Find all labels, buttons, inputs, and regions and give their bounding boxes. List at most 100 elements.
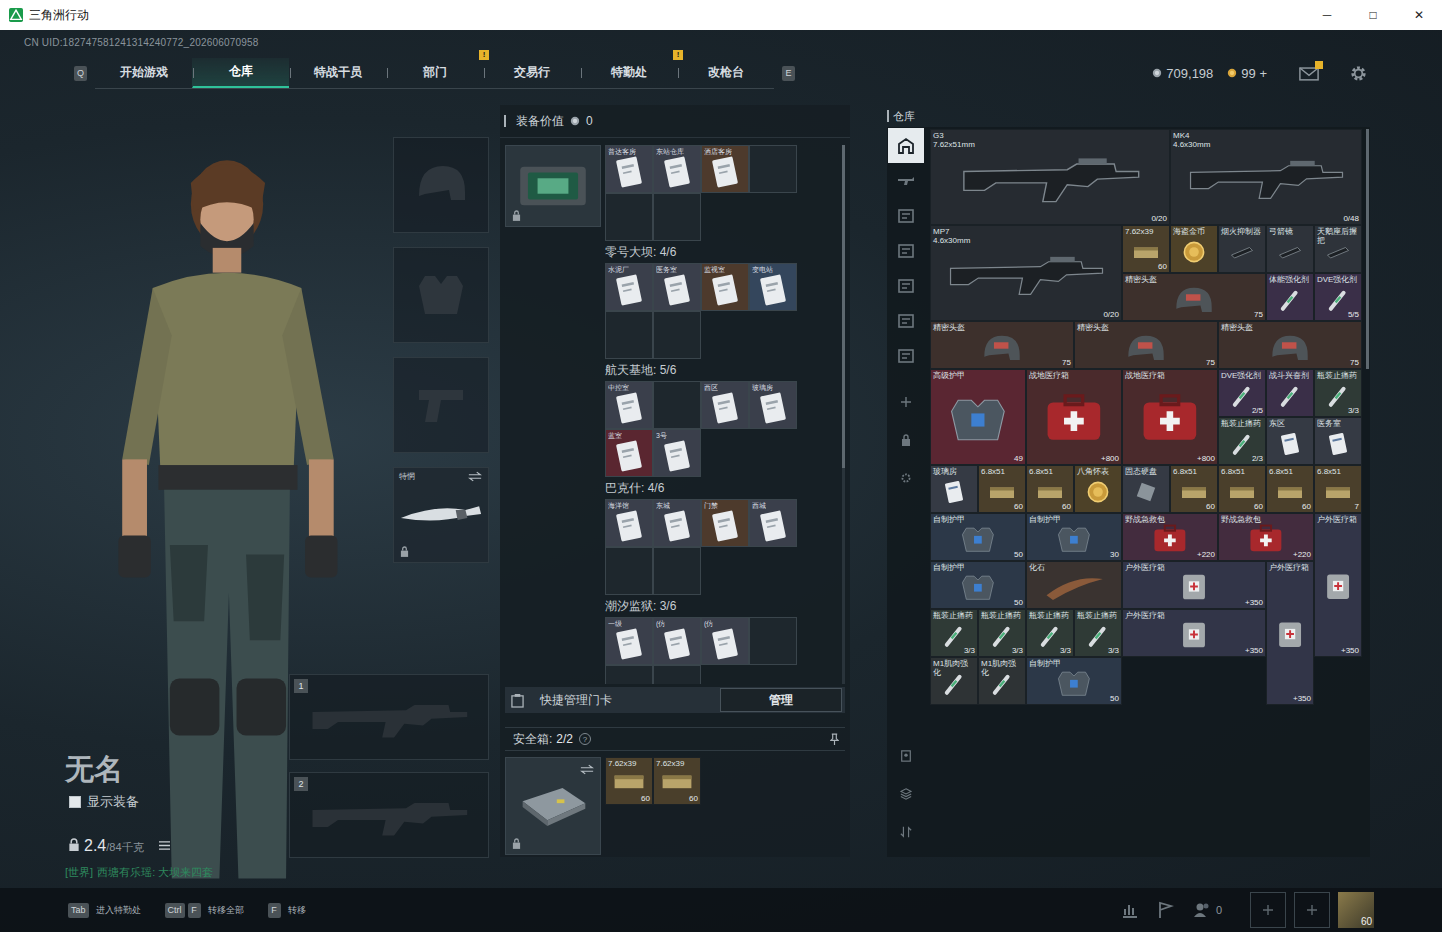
warehouse-item[interactable]: DVE强化剂2/5 (1218, 369, 1266, 417)
keycard-slot[interactable] (605, 193, 653, 241)
category-button[interactable] (888, 303, 924, 338)
currency[interactable]: 709,198 (1152, 66, 1213, 81)
warehouse-item[interactable]: DVE强化剂5/5 (1314, 273, 1362, 321)
swap-icon[interactable] (468, 471, 482, 482)
weapon-slot[interactable]: 1 (289, 674, 489, 760)
warehouse-item[interactable]: 弓箭镜 (1266, 225, 1314, 273)
warehouse-item[interactable]: 6.8x517 (1314, 465, 1362, 513)
warehouse-item[interactable]: 自制护甲50 (930, 561, 1026, 609)
warehouse-item[interactable]: 战地医疗箱+800 (1122, 369, 1218, 465)
window-control-button[interactable]: □ (1350, 0, 1396, 30)
warehouse-item[interactable]: 6.8x5160 (1170, 465, 1218, 513)
keycard-slot[interactable]: (仿 (653, 617, 701, 665)
prev-tab-key[interactable]: Q (74, 66, 87, 81)
category-button[interactable] (888, 128, 924, 163)
settings-gear-icon[interactable] (1349, 64, 1368, 83)
category-button[interactable] (888, 233, 924, 268)
warehouse-item[interactable]: 精密头盔75 (1122, 273, 1266, 321)
warehouse-item[interactable]: 6.8x5160 (1266, 465, 1314, 513)
key-hint[interactable]: Tab进入特勤处 (68, 903, 141, 918)
keycard-slot[interactable] (749, 145, 797, 193)
keycard-slot[interactable] (605, 547, 653, 595)
warehouse-item[interactable]: 化石 (1026, 561, 1122, 609)
list-icon[interactable] (158, 840, 171, 851)
nav-tab[interactable]: 仓库 (192, 58, 289, 88)
window-control-button[interactable]: ─ (1304, 0, 1350, 30)
keycard-slot[interactable]: 门禁 (701, 499, 749, 547)
warehouse-item[interactable]: 自制护甲50 (930, 513, 1026, 561)
warehouse-item[interactable]: 精密头盔75 (1218, 321, 1362, 369)
stats-icon[interactable] (1120, 900, 1140, 920)
warehouse-item[interactable]: M1肌肉强化 (930, 657, 978, 705)
warehouse-item[interactable]: 八角怀表 (1074, 465, 1122, 513)
swap-icon[interactable] (580, 764, 594, 775)
nav-tab[interactable]: !改枪台 (677, 58, 774, 88)
warehouse-item[interactable]: 精密头盔75 (1074, 321, 1218, 369)
keycard-slot[interactable]: 蓝室 (605, 429, 653, 477)
warehouse-item[interactable]: MP74.6x30mm0/20 (930, 225, 1122, 321)
warehouse-tool-button[interactable] (888, 737, 924, 775)
armor-slot[interactable] (393, 247, 489, 343)
scrollbar[interactable] (842, 145, 845, 684)
warehouse-item[interactable]: 野战急救包+220 (1122, 513, 1218, 561)
keycard-slot[interactable]: 变电站 (749, 263, 797, 311)
flag-icon[interactable] (1156, 900, 1176, 920)
checkbox[interactable] (69, 796, 81, 808)
invite-slot[interactable] (1294, 892, 1330, 928)
nav-tab[interactable]: !交易行 (483, 58, 580, 88)
warehouse-item[interactable]: 瓶装止痛药3/3 (1314, 369, 1362, 417)
warehouse-item[interactable]: 东区 (1266, 417, 1314, 465)
keycard-slot[interactable]: 玻璃房 (749, 381, 797, 429)
safebox-slot[interactable] (505, 757, 601, 855)
warehouse-tool-button[interactable] (888, 813, 924, 851)
knife-slot[interactable]: 特惘 (393, 467, 489, 563)
show-equipment-toggle[interactable]: 显示装备 (69, 793, 213, 811)
safebox-item[interactable]: 7.62x3960 (653, 757, 701, 805)
safebox-item[interactable]: 7.62x3960 (605, 757, 653, 805)
keycard-slot[interactable]: 中控室 (605, 381, 653, 429)
warehouse-item[interactable]: 瓶装止痛药3/3 (1026, 609, 1074, 657)
pistol-slot[interactable] (393, 357, 489, 453)
warehouse-item[interactable]: 6.8x5160 (1026, 465, 1074, 513)
mail-button[interactable] (1299, 66, 1319, 81)
warehouse-tool-button[interactable] (888, 459, 924, 497)
warehouse-item[interactable]: 瓶装止痛药3/3 (1074, 609, 1122, 657)
keycard-slot[interactable]: 西区 (701, 381, 749, 429)
warehouse-item[interactable]: 海盗金币 (1170, 225, 1218, 273)
keycard-slot[interactable] (749, 617, 797, 665)
manage-button[interactable]: 管理 (720, 688, 842, 712)
helmet-slot[interactable] (393, 137, 489, 233)
warehouse-item[interactable]: MK44.6x30mm0/48 (1170, 129, 1362, 225)
key-hint[interactable]: CtrlF转移全部 (165, 903, 244, 918)
warehouse-item[interactable]: M1肌肉强化 (978, 657, 1026, 705)
warehouse-item[interactable]: 体能强化剂 (1266, 273, 1314, 321)
keycard-slot[interactable]: 3号 (653, 429, 701, 477)
warehouse-tool-button[interactable] (888, 383, 924, 421)
warehouse-item[interactable]: 烟火抑制器 (1218, 225, 1266, 273)
warehouse-item[interactable]: G37.62x51mm0/20 (930, 129, 1170, 225)
next-tab-key[interactable]: E (782, 66, 795, 81)
warehouse-item[interactable]: 医务室 (1314, 417, 1362, 465)
keycard-slot[interactable]: 东城 (653, 499, 701, 547)
player-avatar[interactable]: 60 (1338, 892, 1374, 928)
keycard-slot[interactable] (605, 311, 653, 359)
warehouse-item[interactable]: 瓶装止痛药3/3 (930, 609, 978, 657)
scrollbar[interactable] (1366, 129, 1369, 369)
weapon-slot[interactable]: 2 (289, 772, 489, 858)
warehouse-item[interactable]: 精密头盔75 (930, 321, 1074, 369)
warehouse-item[interactable]: 自制护甲30 (1026, 513, 1122, 561)
help-button[interactable]: ? (579, 733, 591, 745)
warehouse-item[interactable]: 天鹅座后握把 (1314, 225, 1362, 273)
warehouse-item[interactable]: 战斗兴奋剂 (1266, 369, 1314, 417)
currency[interactable]: 99 + (1227, 66, 1267, 81)
warehouse-item[interactable]: 瓶装止痛药3/3 (978, 609, 1026, 657)
warehouse-item[interactable]: 户外医疗箱+350 (1122, 609, 1266, 657)
warehouse-item[interactable]: 户外医疗箱+350 (1122, 561, 1266, 609)
warehouse-item[interactable]: 瓶装止痛药2/3 (1218, 417, 1266, 465)
warehouse-tool-button[interactable] (888, 421, 924, 459)
nav-tab[interactable]: 部门 (386, 58, 483, 88)
keycard-slot[interactable]: 医务室 (653, 263, 701, 311)
keycard-slot[interactable]: 西城 (749, 499, 797, 547)
friends-button[interactable]: 0 (1192, 900, 1222, 920)
warehouse-item[interactable]: 固态硬盘 (1122, 465, 1170, 513)
